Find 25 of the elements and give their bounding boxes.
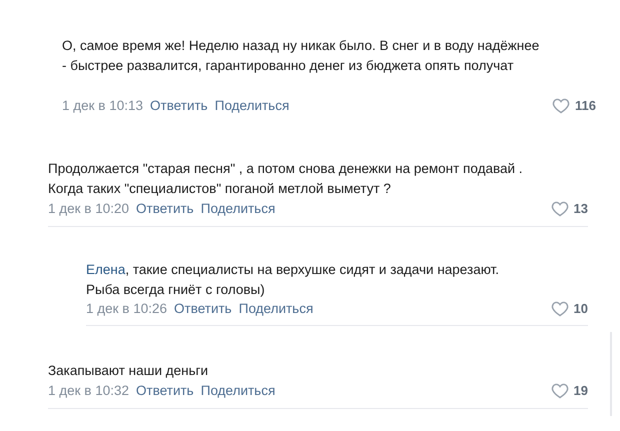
like-button[interactable]: 13: [550, 199, 588, 219]
heart-icon: [550, 383, 569, 399]
reply-link[interactable]: Ответить: [136, 198, 194, 220]
comment-text: Продолжается "старая песня" , а потом снова денежки на ремонт подавай . Когда таких "специалистов" поганой метлой выметут ?: [48, 160, 524, 198]
like-button[interactable]: 19: [550, 381, 588, 401]
comment-date: 1 дек в 10:13: [62, 96, 144, 115]
comment-text: Закапывают наши деньги: [48, 362, 210, 380]
comment-text: Елена, такие специалисты на верхушке сидят и задачи нарезают. Рыба всегда гниёт с головы): [86, 261, 500, 299]
comment-date: 1 дек в 10:32: [48, 382, 130, 400]
reply-link[interactable]: Ответить: [174, 298, 232, 320]
share-link[interactable]: Поделиться: [200, 198, 276, 220]
share-link[interactable]: Поделиться: [238, 298, 314, 320]
heart-icon: [552, 98, 570, 114]
like-button[interactable]: 10: [550, 299, 588, 319]
share-link[interactable]: Поделиться: [200, 380, 276, 402]
comment-date: 1 дек в 10:26: [86, 300, 168, 318]
comment-text: О, самое время же! Неделю назад ну никак было. В снег и в воду надёжнее - быстрее развалится, гарантированно денег из бюджета опять получат: [62, 37, 540, 75]
author-link[interactable]: Елена: [86, 262, 126, 277]
reply-link[interactable]: Ответить: [136, 380, 194, 402]
comment-date: 1 дек в 10:20: [48, 200, 130, 218]
like-button[interactable]: 116: [552, 96, 596, 116]
share-link[interactable]: Поделиться: [214, 96, 290, 116]
reply-link[interactable]: Ответить: [150, 96, 208, 116]
heart-icon: [550, 201, 569, 217]
heart-icon: [550, 301, 569, 317]
